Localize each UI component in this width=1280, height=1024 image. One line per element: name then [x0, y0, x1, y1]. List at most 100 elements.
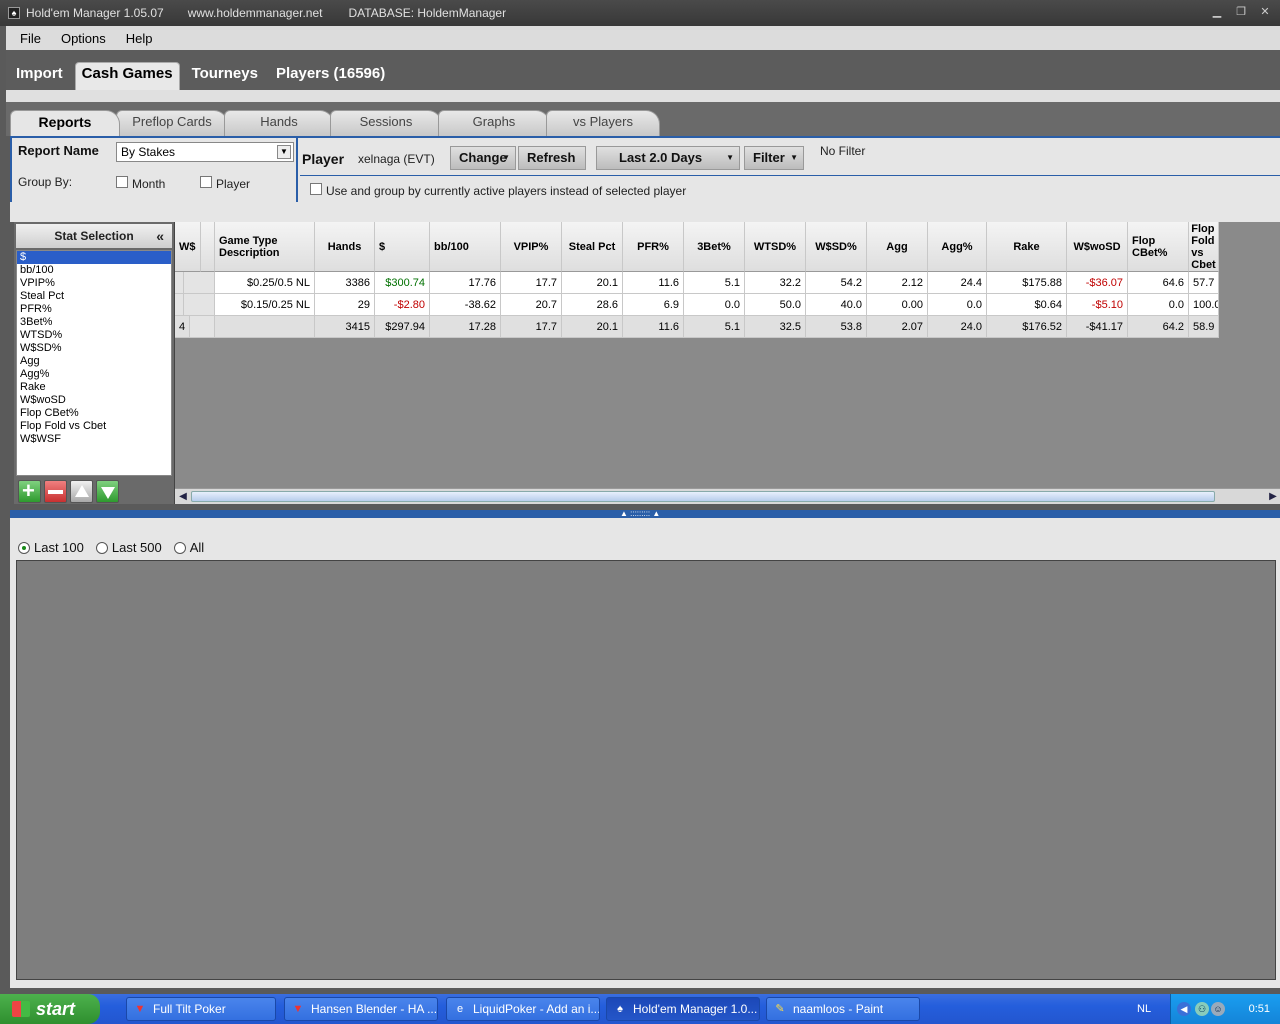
column-header[interactable]: Steal Pct [562, 222, 623, 272]
tab-players[interactable]: Players (16596) [270, 62, 391, 90]
table-cell[interactable]: -$36.07 [1067, 272, 1128, 294]
table-cell[interactable]: -$5.10 [1067, 294, 1128, 316]
column-header[interactable]: Flop CBet% [1128, 222, 1189, 272]
all-radio[interactable] [173, 541, 186, 554]
collapse-icon[interactable]: « [156, 224, 164, 248]
messenger-icon[interactable]: ☺ [1211, 1002, 1225, 1016]
table-cell[interactable]: 5.1 [684, 272, 745, 294]
column-header[interactable]: Agg% [928, 222, 987, 272]
table-cell[interactable]: $0.25/0.5 NL [215, 272, 315, 294]
minimize-icon[interactable]: ▁ [1210, 6, 1224, 18]
taskbar-item-liquidpoker[interactable]: e LiquidPoker - Add an i... [446, 997, 600, 1021]
stat-list-item[interactable]: Flop CBet% [17, 407, 171, 420]
change-button[interactable]: Change ▼ [450, 146, 516, 170]
table-cell[interactable]: $175.88 [987, 272, 1067, 294]
stat-list-item[interactable]: Agg% [17, 368, 171, 381]
table-cell[interactable]: 100.0 [1189, 294, 1219, 316]
stat-list-item[interactable]: $ [17, 251, 171, 264]
tab-import[interactable]: Import [10, 62, 69, 90]
stat-list-item[interactable]: Flop Fold vs Cbet [17, 420, 171, 433]
table-cell[interactable] [175, 294, 184, 316]
close-icon[interactable]: ✕ [1258, 6, 1272, 18]
column-header[interactable]: W$ [175, 222, 201, 272]
last-100-radio[interactable] [18, 541, 30, 554]
table-cell[interactable]: 32.2 [745, 272, 806, 294]
table-cell[interactable]: $300.74 [375, 272, 430, 294]
move-down-icon[interactable] [96, 480, 119, 503]
table-cell[interactable]: 17.7 [501, 272, 562, 294]
menu-options[interactable]: Options [61, 31, 106, 46]
table-cell[interactable]: 6.9 [623, 294, 684, 316]
column-header[interactable]: $ [375, 222, 430, 272]
subtab-hands[interactable]: Hands [224, 110, 334, 136]
table-cell[interactable]: $0.15/0.25 NL [215, 294, 315, 316]
column-header[interactable]: PFR% [623, 222, 684, 272]
scroll-right-icon[interactable]: ▶ [1266, 490, 1280, 503]
column-header[interactable]: W$woSD [1067, 222, 1128, 272]
chevron-down-icon[interactable]: ▼ [277, 145, 291, 159]
table-cell[interactable]: 40.0 [806, 294, 867, 316]
column-header[interactable]: Hands [315, 222, 375, 272]
stat-list-item[interactable]: 3Bet% [17, 316, 171, 329]
network-icon[interactable]: ⚇ [1195, 1002, 1209, 1016]
stat-list-item[interactable]: W$SD% [17, 342, 171, 355]
remove-stat-icon[interactable] [44, 480, 67, 503]
table-cell[interactable]: 2.12 [867, 272, 928, 294]
group-month-checkbox[interactable] [116, 176, 128, 188]
refresh-button[interactable]: Refresh [518, 146, 586, 170]
subtab-sessions[interactable]: Sessions [330, 110, 442, 136]
stat-list-item[interactable]: Agg [17, 355, 171, 368]
column-header[interactable]: Agg [867, 222, 928, 272]
active-players-checkbox[interactable] [310, 183, 322, 195]
table-cell[interactable]: 0.0 [928, 294, 987, 316]
table-cell[interactable]: 54.2 [806, 272, 867, 294]
stat-list-item[interactable]: VPIP% [17, 277, 171, 290]
table-cell[interactable] [175, 272, 184, 294]
scroll-left-icon[interactable]: ◀ [176, 490, 190, 503]
subtab-reports[interactable]: Reports [10, 110, 120, 136]
table-cell[interactable]: 64.6 [1128, 272, 1189, 294]
group-player-checkbox[interactable] [200, 176, 212, 188]
stat-list-item[interactable]: W$woSD [17, 394, 171, 407]
start-button[interactable]: start [0, 994, 100, 1024]
subtab-graphs[interactable]: Graphs [438, 110, 550, 136]
taskbar-item-full-tilt[interactable]: ▼ Full Tilt Poker [126, 997, 276, 1021]
menu-help[interactable]: Help [126, 31, 153, 46]
table-cell[interactable]: 0.0 [1128, 294, 1189, 316]
stat-list-item[interactable]: bb/100 [17, 264, 171, 277]
tab-tourneys[interactable]: Tourneys [186, 62, 264, 90]
column-header[interactable]: VPIP% [501, 222, 562, 272]
stat-list-item[interactable]: Steal Pct [17, 290, 171, 303]
table-cell[interactable]: 17.76 [430, 272, 501, 294]
column-header[interactable]: Rake [987, 222, 1067, 272]
table-cell[interactable]: 11.6 [623, 272, 684, 294]
taskbar-item-holdem-manager[interactable]: ♠ Hold'em Manager 1.0... [606, 997, 760, 1021]
table-cell[interactable]: -$2.80 [375, 294, 430, 316]
table-cell[interactable]: 3386 [315, 272, 375, 294]
table-cell[interactable]: 20.1 [562, 272, 623, 294]
taskbar-item-hansen-blender[interactable]: ▼ Hansen Blender - HA ... [284, 997, 438, 1021]
column-header[interactable]: WTSD% [745, 222, 806, 272]
table-cell[interactable]: 20.7 [501, 294, 562, 316]
stat-list-item[interactable]: W$WSF [17, 433, 171, 446]
subtab-preflop-cards[interactable]: Preflop Cards [116, 110, 228, 136]
splitter-grip-icon[interactable]: ▲ ::::::::: ▲ [620, 510, 660, 518]
language-indicator[interactable]: NL [1137, 1003, 1151, 1015]
expand-tray-icon[interactable]: ◀ [1177, 1002, 1191, 1016]
restore-icon[interactable]: ❐ [1234, 6, 1248, 18]
subtab-vs-players[interactable]: vs Players [546, 110, 660, 136]
table-cell[interactable]: $0.64 [987, 294, 1067, 316]
column-header[interactable]: bb/100 [430, 222, 501, 272]
move-up-icon[interactable] [70, 480, 93, 503]
tab-cash-games[interactable]: Cash Games [74, 62, 180, 90]
stat-list-item[interactable]: Rake [17, 381, 171, 394]
stat-list-item[interactable]: PFR% [17, 303, 171, 316]
table-cell[interactable]: 29 [315, 294, 375, 316]
scroll-thumb[interactable] [191, 491, 1215, 502]
column-header[interactable]: W$SD% [806, 222, 867, 272]
table-cell[interactable]: 50.0 [745, 294, 806, 316]
column-header[interactable]: 3Bet% [684, 222, 745, 272]
horizontal-scrollbar[interactable]: ◀ ▶ [175, 488, 1280, 504]
table-cell[interactable]: 57.7 [1189, 272, 1219, 294]
table-cell[interactable]: 0.0 [684, 294, 745, 316]
